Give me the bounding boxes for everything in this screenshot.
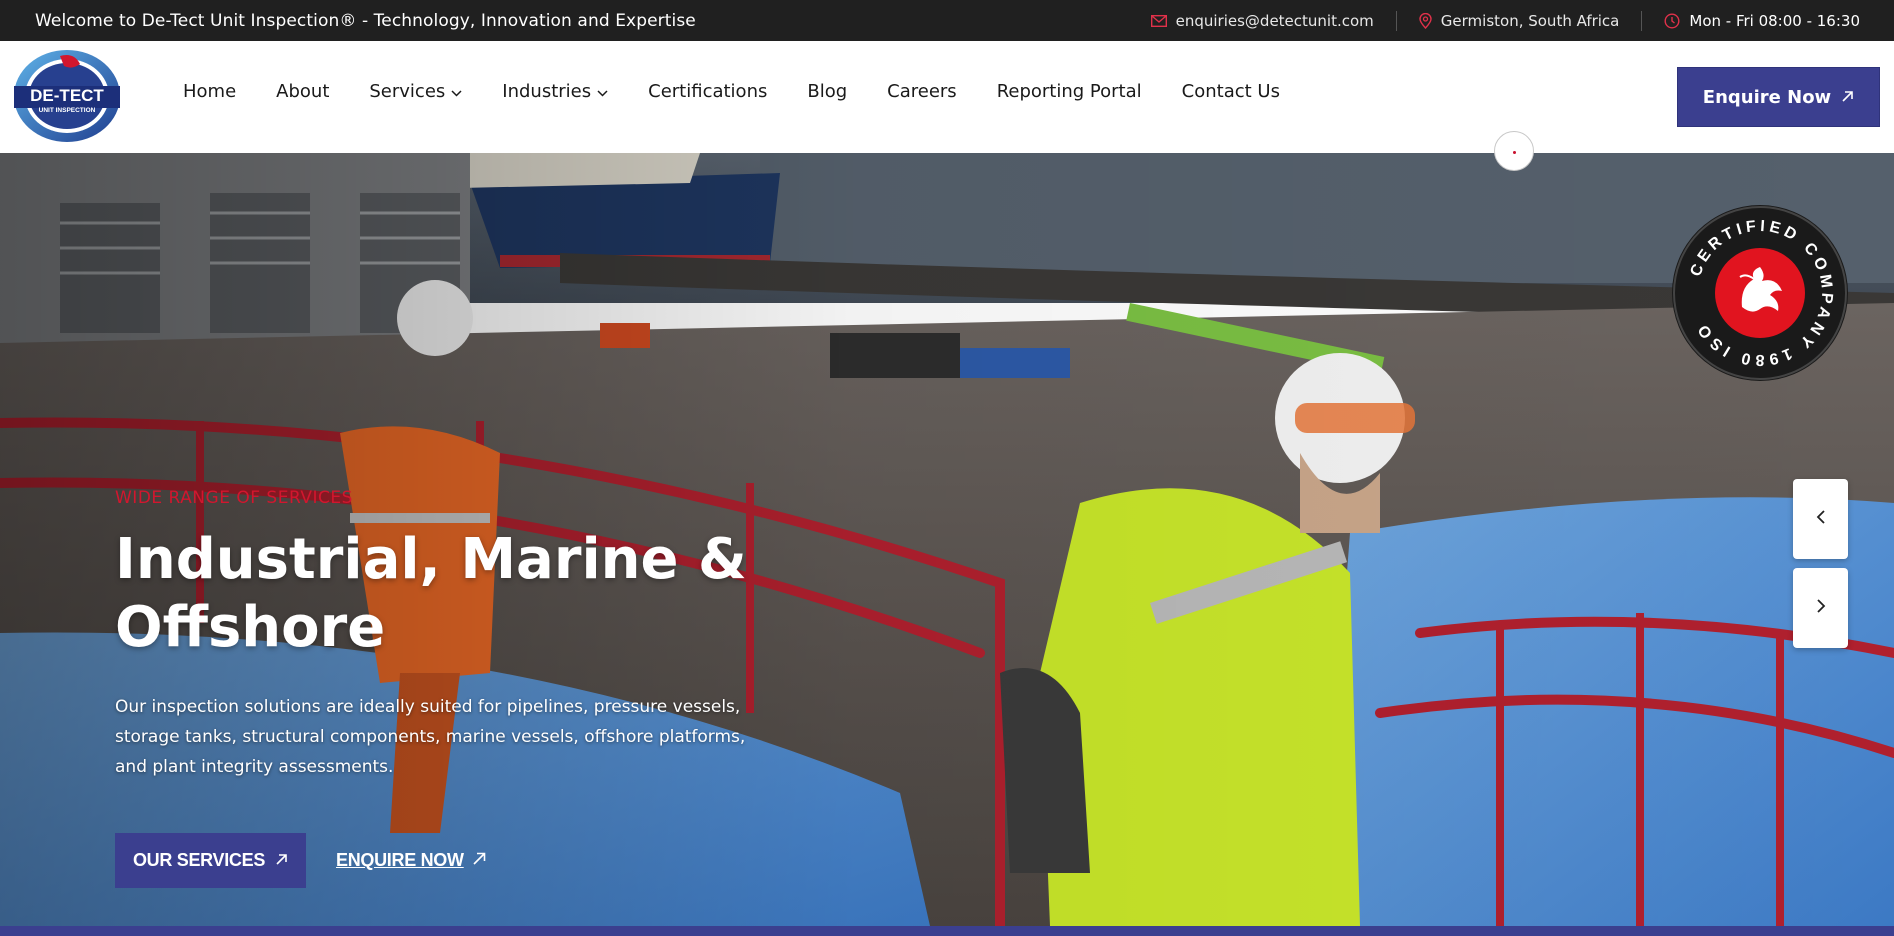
hero-title-line1: Industrial, Marine & bbox=[115, 527, 747, 592]
enquire-now-label: Enquire Now bbox=[1702, 86, 1832, 108]
arrow-up-right-icon bbox=[275, 850, 288, 871]
hero-content: WIDE RANGE OF SERVICES Industrial, Marin… bbox=[115, 488, 815, 782]
contact-info: enquiries@detectunit.com Germiston, Sout… bbox=[1129, 10, 1860, 31]
email-link[interactable]: enquiries@detectunit.com bbox=[1129, 12, 1396, 30]
welcome-text: Welcome to De-Tect Unit Inspection® - Te… bbox=[35, 10, 696, 31]
slider-next-button[interactable] bbox=[1793, 568, 1848, 648]
hero-slider: WIDE RANGE OF SERVICES Industrial, Marin… bbox=[0, 153, 1894, 926]
our-services-button[interactable]: OUR SERVICES bbox=[115, 833, 306, 888]
mail-icon bbox=[1150, 14, 1167, 27]
chevron-right-icon bbox=[1816, 598, 1826, 618]
nav-careers-label: Careers bbox=[887, 81, 957, 102]
hours-text: Mon - Fri 08:00 - 16:30 bbox=[1689, 11, 1860, 30]
our-services-label: OUR SERVICES bbox=[132, 850, 266, 870]
bottom-strip bbox=[0, 926, 1894, 936]
logo-brand: DE-TECT bbox=[30, 86, 104, 105]
nav-blog[interactable]: Blog bbox=[807, 81, 847, 102]
iso-certified-badge: CERTIFIED COMPANY 1980 ISO bbox=[1670, 203, 1850, 383]
nav-certifications[interactable]: Certifications bbox=[648, 81, 767, 102]
hours-info: Mon - Fri 08:00 - 16:30 bbox=[1642, 12, 1860, 30]
nav-about[interactable]: About bbox=[276, 81, 329, 102]
location-text: Germiston, South Africa bbox=[1440, 11, 1620, 30]
nav-reporting-portal-label: Reporting Portal bbox=[996, 81, 1142, 102]
site-logo[interactable]: DE-TECT UNIT INSPECTION bbox=[12, 48, 122, 144]
hero-title-line2: Offshore bbox=[115, 595, 386, 660]
chevron-left-icon bbox=[1816, 509, 1826, 529]
hero-title: Industrial, Marine & Offshore bbox=[115, 526, 815, 662]
hero-buttons: OUR SERVICES ENQUIRE NOW bbox=[115, 833, 487, 888]
nav-contact-us-label: Contact Us bbox=[1181, 81, 1280, 102]
nav-services[interactable]: Services bbox=[369, 81, 462, 102]
site-header: DE-TECT UNIT INSPECTION Home About Servi… bbox=[0, 41, 1894, 153]
nav-blog-label: Blog bbox=[807, 81, 848, 102]
logo-sub: UNIT INSPECTION bbox=[39, 107, 96, 114]
chevron-down-icon bbox=[597, 81, 608, 102]
nav-careers[interactable]: Careers bbox=[887, 81, 957, 102]
nav-home-label: Home bbox=[183, 81, 237, 102]
main-nav: Home About Services Industries Certifica… bbox=[183, 81, 1320, 102]
clock-icon bbox=[1664, 12, 1680, 29]
top-bar: Welcome to De-Tect Unit Inspection® - Te… bbox=[0, 0, 1894, 41]
hero-description: Our inspection solutions are ideally sui… bbox=[115, 697, 746, 777]
email-text: enquiries@detectunit.com bbox=[1175, 11, 1374, 30]
nav-industries[interactable]: Industries bbox=[502, 81, 608, 102]
chevron-down-icon bbox=[451, 81, 462, 102]
nav-home[interactable]: Home bbox=[183, 81, 236, 102]
nav-industries-label: Industries bbox=[502, 81, 592, 102]
arrow-up-right-icon bbox=[1841, 87, 1854, 108]
arrow-up-right-icon bbox=[472, 850, 487, 871]
loading-indicator bbox=[1494, 131, 1534, 171]
enquire-now-link[interactable]: ENQUIRE NOW bbox=[336, 850, 487, 871]
nav-certifications-label: Certifications bbox=[648, 81, 768, 102]
slider-prev-button[interactable] bbox=[1793, 479, 1848, 559]
enquire-now-button[interactable]: Enquire Now bbox=[1677, 67, 1880, 127]
nav-services-label: Services bbox=[369, 81, 446, 102]
location-info: Germiston, South Africa bbox=[1397, 12, 1642, 30]
nav-contact-us[interactable]: Contact Us bbox=[1182, 81, 1280, 102]
nav-reporting-portal[interactable]: Reporting Portal bbox=[997, 81, 1142, 102]
enquire-now-link-label: ENQUIRE NOW bbox=[336, 850, 464, 870]
nav-about-label: About bbox=[276, 81, 330, 102]
location-pin-icon bbox=[1419, 12, 1432, 29]
hero-eyebrow: WIDE RANGE OF SERVICES bbox=[115, 488, 353, 508]
